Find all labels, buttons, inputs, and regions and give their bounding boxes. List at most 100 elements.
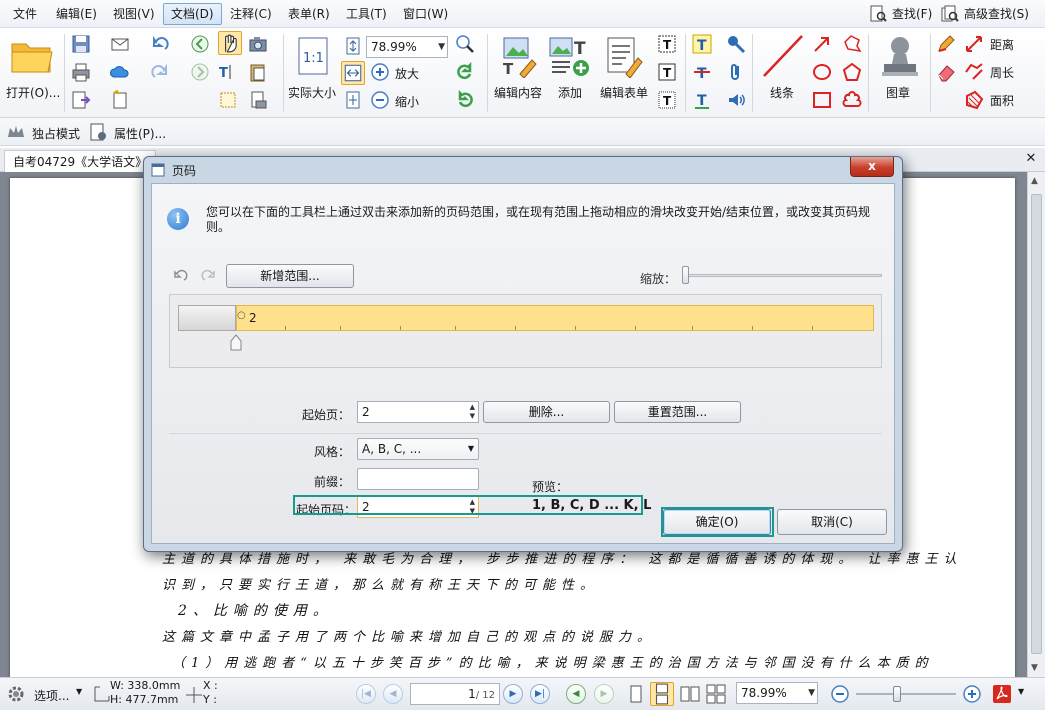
menu-form[interactable]: 表单(R)	[281, 3, 337, 25]
go-forward-button[interactable]: ▶	[594, 684, 614, 704]
edit-form-button[interactable]: 编辑表单	[598, 32, 652, 112]
zoom-slider[interactable]	[856, 693, 956, 695]
add-button[interactable]: T 添加	[548, 32, 594, 112]
typewriter-icon[interactable]: T	[692, 34, 712, 54]
redo-icon[interactable]	[150, 62, 170, 82]
save-icon[interactable]	[71, 34, 91, 54]
snapshot-icon[interactable]	[248, 34, 268, 54]
prefix-input[interactable]	[357, 468, 479, 490]
underline-icon[interactable]: T	[692, 90, 712, 110]
text-box-icon[interactable]: T	[657, 62, 677, 82]
actual-size-button[interactable]: 1:1 实际大小	[286, 32, 342, 112]
zoom-out-button[interactable]: 缩小	[370, 90, 430, 110]
menu-view[interactable]: 视图(V)	[106, 3, 162, 25]
line-tool-button[interactable]: 线条	[756, 32, 808, 112]
callout-icon[interactable]: T	[657, 90, 677, 110]
rotate-right-icon[interactable]	[455, 90, 475, 110]
open-button[interactable]: 打开(O)...	[4, 32, 60, 112]
delete-button[interactable]: 删除...	[483, 401, 610, 423]
email-icon[interactable]	[110, 34, 130, 54]
cloud-shape-icon[interactable]	[842, 90, 862, 110]
facing-pages-icon[interactable]	[680, 684, 700, 704]
undo-icon[interactable]	[172, 268, 188, 284]
find-button[interactable]: 查找(F)	[866, 3, 936, 25]
polyline-icon[interactable]	[842, 34, 862, 54]
cancel-button[interactable]: 取消(C)	[777, 509, 887, 535]
pencil-icon[interactable]	[936, 34, 956, 54]
last-page-button[interactable]: ▶|	[530, 684, 550, 704]
arrow-icon[interactable]	[812, 34, 832, 54]
redo-icon[interactable]	[201, 268, 217, 284]
dialog-title-bar[interactable]: 页码 x	[144, 157, 902, 183]
polygon-icon[interactable]	[842, 62, 862, 82]
cloud-icon[interactable]	[110, 62, 130, 82]
page-range-track[interactable]: ○ 2	[169, 294, 882, 368]
print-icon[interactable]	[71, 62, 91, 82]
page-range-segment[interactable]: ○ 2	[236, 305, 874, 331]
undo-icon[interactable]	[150, 34, 170, 54]
zoom-combobox[interactable]: 78.99% ▼	[366, 36, 448, 58]
rectangle-icon[interactable]	[812, 90, 832, 110]
clipboard-icon[interactable]	[248, 62, 268, 82]
dialog-zoom-slider[interactable]	[682, 274, 882, 277]
pin-icon[interactable]	[726, 34, 746, 54]
rotate-left-icon[interactable]	[455, 62, 475, 82]
eraser-icon[interactable]	[936, 62, 956, 82]
zoom-tool-icon[interactable]	[455, 34, 475, 54]
next-page-button[interactable]: ▶	[503, 684, 523, 704]
status-zoom-combobox[interactable]: 78.99% ▼	[736, 682, 818, 704]
ellipse-icon[interactable]	[812, 62, 832, 82]
scroll-thumb[interactable]	[1031, 194, 1042, 654]
zoom-out-icon[interactable]	[830, 684, 850, 704]
new-document-icon[interactable]	[110, 90, 130, 110]
properties-button[interactable]: 属性(P)...	[88, 122, 168, 142]
stamp-button[interactable]: 图章	[872, 32, 928, 112]
menu-document[interactable]: 文档(D)	[163, 3, 222, 25]
menu-window[interactable]: 窗口(W)	[396, 3, 455, 25]
distance-tool-button[interactable]: 距离	[964, 34, 1034, 54]
spinner-icon[interactable]: ▲ ▼	[470, 403, 475, 421]
page-options-icon[interactable]	[248, 90, 268, 110]
chevron-down-icon[interactable]: ▼	[1018, 687, 1024, 696]
advanced-find-button[interactable]: 高级查找(S)	[938, 3, 1033, 25]
previous-page-button[interactable]: ◀	[383, 684, 403, 704]
crop-icon[interactable]	[218, 90, 238, 110]
style-select[interactable]: A, B, C, ... ▼	[357, 438, 479, 460]
zoom-slider-thumb[interactable]	[893, 686, 901, 702]
menu-tools[interactable]: 工具(T)	[339, 3, 394, 25]
hand-tool-button[interactable]	[218, 31, 242, 55]
forward-icon[interactable]	[190, 62, 210, 82]
area-tool-button[interactable]: 面积	[964, 90, 1034, 110]
back-icon[interactable]	[190, 34, 210, 54]
add-range-button[interactable]: 新增范围...	[226, 264, 354, 288]
menu-edit[interactable]: 编辑(E)	[49, 3, 104, 25]
sound-icon[interactable]	[726, 90, 746, 110]
range-start-slider-icon[interactable]	[229, 333, 243, 351]
continuous-page-button[interactable]	[650, 682, 674, 706]
edit-content-button[interactable]: T 编辑内容	[490, 32, 548, 112]
range-handle-icon[interactable]: ○	[237, 310, 246, 321]
fit-width-button[interactable]	[341, 61, 365, 85]
continuous-facing-icon[interactable]	[706, 684, 726, 704]
page-number-input[interactable]: 1/ 12	[410, 683, 500, 705]
menu-file[interactable]: 文件	[6, 3, 44, 25]
vertical-scrollbar[interactable]: ▲ ▼	[1027, 172, 1045, 677]
document-tab[interactable]: 自考04729《大学语文》	[4, 150, 157, 172]
close-document-icon[interactable]: ✕	[1023, 151, 1039, 167]
range-unnumbered-segment[interactable]	[178, 305, 236, 331]
dialog-close-button[interactable]: x	[850, 157, 894, 177]
start-page-input[interactable]: 2 ▲ ▼	[357, 401, 479, 423]
dialog-zoom-slider-thumb[interactable]	[682, 266, 689, 284]
single-page-icon[interactable]	[626, 684, 646, 704]
zoom-in-icon[interactable]	[962, 684, 982, 704]
reset-range-button[interactable]: 重置范围...	[614, 401, 741, 423]
scroll-up-icon[interactable]: ▲	[1031, 176, 1038, 186]
options-button[interactable]: 选项... ▼	[6, 684, 86, 704]
perimeter-tool-button[interactable]: 周长	[964, 62, 1034, 82]
exclusive-mode-button[interactable]: 独占模式	[6, 122, 86, 142]
export-icon[interactable]	[71, 90, 91, 110]
strikeout-icon[interactable]: T	[692, 62, 712, 82]
fit-page-icon[interactable]	[343, 36, 363, 56]
text-field-icon[interactable]: T	[657, 34, 677, 54]
select-text-icon[interactable]: T	[218, 62, 238, 82]
